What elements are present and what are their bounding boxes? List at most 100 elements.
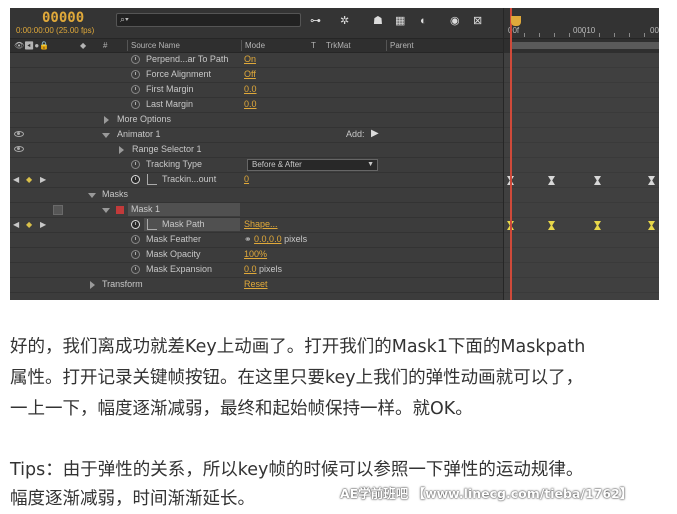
stopwatch-active-icon[interactable] [131,175,140,184]
timeline-track-row[interactable] [504,143,659,158]
comp-mini-flowchart-icon[interactable]: ⊶ [310,14,321,28]
expansion-unit: pixels [256,264,283,274]
draft-3d-icon[interactable]: ✲ [340,14,349,28]
row-transform: Transform Reset [10,278,503,293]
time-ruler[interactable]: 00f 00010 00 [504,8,659,38]
mask-expansion-value: 0.0 pixels [244,264,282,274]
link-icon[interactable]: ⚭ [244,234,254,244]
collapse-triangle-icon[interactable] [102,208,110,213]
article-line-2: 属性。打开记录关键帧按钮。在这里只要key上我们的弹性动画就可以了， [10,368,584,388]
timeline-track-row[interactable] [504,173,659,188]
prev-keyframe-icon[interactable]: ◀ [13,220,19,229]
column-header: 👁◀●🔒 ◆ # Source Name Mode T TrkMat Paren… [10,38,503,53]
search-icon: ⌕▾ [120,14,129,24]
article-line-1: 好的，我们离成功就差Key上动画了。打开我们的Mask1下面的Maskpath [10,337,586,357]
mask-opacity-value[interactable]: 100% [244,249,267,259]
tracking-amount-value[interactable]: 0 [244,174,249,184]
expand-triangle-icon[interactable] [119,146,124,154]
collapse-triangle-icon[interactable] [102,133,110,138]
tracking-type-dropdown[interactable]: Before & After ▼ [247,159,378,171]
layer-search-input[interactable]: ⌕▾ [116,13,301,27]
next-keyframe-icon[interactable]: ▶ [40,175,46,184]
mask-lock-checkbox[interactable] [53,205,63,215]
expand-triangle-icon[interactable] [90,281,95,289]
timeline-track-row[interactable] [504,188,659,203]
first-margin-value[interactable]: 0.0 [244,84,257,94]
timeline-track-row[interactable] [504,218,659,233]
feather-amount[interactable]: 0.0,0.0 [254,234,282,244]
add-keyframe-icon[interactable]: ◆ [26,220,32,229]
perpendicular-value[interactable]: On [244,54,256,64]
stopwatch-icon[interactable] [131,250,140,259]
force-alignment-value[interactable]: Off [244,69,256,79]
column-t[interactable]: T [311,41,316,50]
property-label: Range Selector 1 [132,144,202,154]
timeline-track-row[interactable] [504,83,659,98]
stopwatch-icon[interactable] [131,85,140,94]
column-source-name[interactable]: Source Name [131,41,180,50]
keyframe-marker[interactable] [648,176,655,185]
property-label: Tracking Type [146,159,203,169]
property-label: Perpend...ar To Path [146,54,229,64]
timeline-track-row[interactable] [504,203,659,218]
keyframe-marker[interactable] [548,221,555,230]
expand-triangle-icon[interactable] [104,116,109,124]
column-trkmat[interactable]: TrkMat [326,41,351,50]
add-menu-label[interactable]: Add: [346,129,365,139]
mask-path-value[interactable]: Shape... [244,219,278,229]
timeline-track-row[interactable] [504,68,659,83]
transform-reset-link[interactable]: Reset [244,279,268,289]
property-label: Mask Path [162,219,205,229]
eye-icon[interactable] [14,146,24,152]
property-label: Last Margin [146,99,194,109]
work-area-bar[interactable] [504,38,659,53]
frame-blending-icon[interactable]: ▦ [395,14,405,28]
timeline-track-row[interactable] [504,113,659,128]
keyframe-marker[interactable] [648,221,655,230]
stopwatch-icon[interactable] [131,265,140,274]
stopwatch-icon[interactable] [131,235,140,244]
keyframe-marker[interactable] [594,221,601,230]
stopwatch-icon[interactable] [131,70,140,79]
timeline-track-row[interactable] [504,98,659,113]
current-time-indicator[interactable] [510,8,521,300]
graph-editor-icon[interactable]: ◉ [450,14,460,28]
current-time-display[interactable]: 00000 [42,10,84,26]
mask-color-swatch[interactable] [116,206,124,214]
stopwatch-active-icon[interactable] [131,220,140,229]
property-label: Force Alignment [146,69,212,79]
cti-handle[interactable] [511,16,521,26]
keyframe-marker[interactable] [548,176,555,185]
stopwatch-icon[interactable] [131,160,140,169]
graph-icon[interactable] [147,174,157,185]
prev-keyframe-icon[interactable]: ◀ [13,175,19,184]
timeline-track-row[interactable] [504,128,659,143]
mask-name[interactable]: Mask 1 [131,204,160,214]
collapse-triangle-icon[interactable] [88,193,96,198]
motion-blur-icon[interactable]: ◐ [420,14,427,28]
stopwatch-icon[interactable] [131,55,140,64]
column-parent[interactable]: Parent [390,41,414,50]
add-arrow-icon[interactable]: ▶ [371,128,379,139]
expansion-amount[interactable]: 0.0 [244,264,257,274]
timeline-track-row[interactable] [504,158,659,173]
brainstorm-icon[interactable]: ⊠ [473,14,482,28]
eye-icon[interactable] [14,131,24,137]
property-label: Transform [102,279,143,289]
graph-icon[interactable] [147,219,157,230]
keyframe-marker[interactable] [594,176,601,185]
column-mode[interactable]: Mode [245,41,265,50]
add-keyframe-icon[interactable]: ◆ [26,175,32,184]
last-margin-value[interactable]: 0.0 [244,99,257,109]
next-keyframe-icon[interactable]: ▶ [40,220,46,229]
stopwatch-icon[interactable] [131,100,140,109]
timeline-track-row[interactable] [504,53,659,68]
timeline-track-row[interactable] [504,248,659,263]
timeline-track-row[interactable] [504,263,659,278]
shy-layers-icon[interactable]: ☗ [373,14,383,28]
dropdown-selected-value: Before & After [252,160,302,169]
watermark: AE学前班吧 【www.linecg.com/tieba/1762】 [340,486,633,501]
timeline-graph-area[interactable]: 00f 00010 00 [503,8,659,300]
timeline-track-row[interactable] [504,278,659,293]
timeline-track-row[interactable] [504,233,659,248]
